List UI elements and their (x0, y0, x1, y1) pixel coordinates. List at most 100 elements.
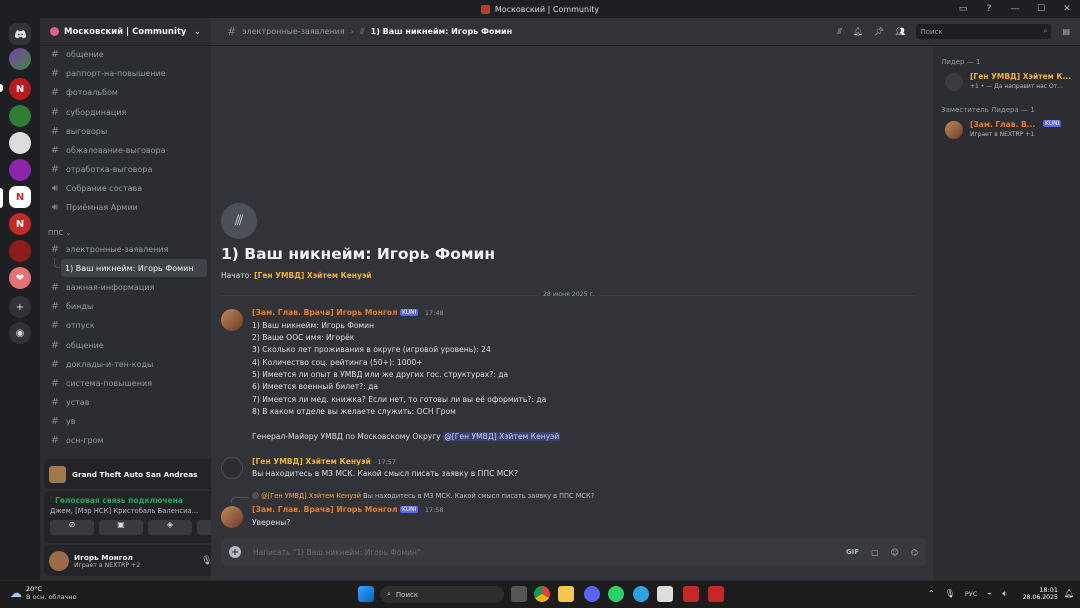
explore-icon[interactable]: ◉ (9, 322, 31, 344)
telegram-icon[interactable] (633, 586, 649, 602)
add-server-icon[interactable]: + (9, 296, 31, 318)
server-icon-9[interactable]: ❤ (9, 267, 31, 289)
user-status: Играет в NEXTRP +2 (74, 561, 141, 569)
home-discord-icon[interactable] (9, 23, 31, 45)
channel-item[interactable]: # раппорт-на-повышение (46, 64, 207, 82)
network-icon[interactable]: ⌁ (987, 589, 992, 599)
avatar[interactable] (221, 457, 243, 479)
notification-bell-icon[interactable]: 🔔︎ (853, 27, 863, 36)
app-window-icon[interactable] (657, 586, 673, 602)
windows-start-icon[interactable] (358, 586, 374, 602)
avatar[interactable] (221, 309, 243, 331)
app-icon-n2[interactable] (708, 586, 724, 602)
threads-icon[interactable]: ⫻ (837, 27, 842, 37)
reply-preview[interactable]: @[Ген УМВД] Хэйтем Кенуэй Вы находитесь … (252, 492, 594, 500)
voice-status[interactable]: Голосовая связь подключена (55, 496, 183, 505)
minimize-button[interactable]: — (1002, 4, 1028, 14)
guild-header[interactable]: Московский | Community ⌄ (40, 18, 211, 46)
weather-widget[interactable]: ☁ 20°C В осн. облачно (10, 585, 77, 601)
mic-tray-icon[interactable]: 🎙︎ (945, 589, 955, 599)
channel-item[interactable]: # отработка-выговора (46, 160, 207, 178)
user-mention[interactable]: @[Ген УМВД] Хэйтем Кенуэй (443, 432, 561, 441)
server-icon-7[interactable]: N (9, 213, 31, 235)
close-button[interactable]: ✕ (1054, 4, 1080, 14)
channel-item[interactable]: # обжалование-выговора (46, 141, 207, 159)
channel-item[interactable]: # фотоальбом (46, 83, 207, 101)
avatar[interactable] (221, 506, 243, 528)
breadcrumb-parent[interactable]: электронные-заявления (242, 27, 344, 36)
message-composer[interactable]: + Написать "1) Ваш никнейм: Игорь Фомин"… (221, 538, 926, 566)
channel-item[interactable]: # выговоры (46, 122, 207, 140)
discord-taskbar-icon[interactable] (584, 586, 600, 602)
breadcrumb-thread: 1) Ваш никнейм: Игорь Фомин (370, 27, 513, 36)
channel-item[interactable]: # важная-информация (46, 278, 207, 296)
message-header: [Зам. Глав. Врача] Игорь Монгол KUNI 17:… (252, 505, 444, 514)
channel-sidebar: Московский | Community ⌄ # общение # раппо… (40, 18, 247, 580)
activity-game: Grand Theft Auto San Andreas (72, 469, 198, 479)
message-input[interactable]: Написать "1) Ваш никнейм: Игорь Фомин" (253, 548, 834, 557)
guild-tag[interactable]: KUNI (400, 309, 419, 316)
language-indicator[interactable]: РУС (965, 590, 977, 599)
channel-item[interactable]: # устав (46, 393, 207, 411)
inbox-monitor-icon[interactable]: ▭ (950, 4, 976, 14)
channel-item[interactable]: # бинды (46, 297, 207, 315)
channel-item[interactable]: # электронные-заявления (46, 240, 207, 258)
activities-button[interactable]: ◈ (148, 520, 192, 535)
channel-item[interactable]: # общение (46, 45, 207, 63)
thread-starter[interactable]: [Ген УМВД] Хэйтем Кенуэй (254, 271, 371, 280)
message-author[interactable]: [Зам. Глав. Врача] Игорь Монгол (252, 505, 398, 514)
member-item[interactable]: [Зам. Глав. В... KUNI Играет в NEXTRP +1 (945, 119, 1075, 143)
members-icon[interactable]: 👥︎ (895, 27, 905, 36)
channel-item[interactable]: # ув (46, 412, 207, 430)
channel-item[interactable]: # осн-гром (46, 431, 207, 449)
chrome-icon[interactable] (534, 586, 550, 602)
server-icon-8[interactable] (9, 240, 31, 262)
volume-icon[interactable]: 🔉︎ (1002, 589, 1007, 599)
message-author[interactable]: [Зам. Глав. Врача] Игорь Монгол (252, 308, 398, 317)
server-icon-4[interactable] (9, 132, 31, 154)
thread-item-active[interactable]: 1) Ваш никнейм: Игорь Фомин (61, 259, 207, 277)
pin-icon[interactable]: 📌︎ (874, 27, 884, 36)
gift-gif-icon[interactable]: GIF (846, 548, 859, 556)
apps-gamepad-icon[interactable]: ⌬ (911, 548, 918, 557)
channel-item[interactable]: # доклады-и-тен-коды (46, 355, 207, 373)
channel-item[interactable]: # система-повышения (46, 374, 207, 392)
chevron-up-icon[interactable]: ⌃ (928, 589, 935, 599)
server-icon-5[interactable] (9, 159, 31, 181)
member-name: [Зам. Глав. В... (970, 120, 1036, 129)
channel-item[interactable]: # отпуск (46, 316, 207, 334)
server-icon-3[interactable] (9, 105, 31, 127)
channel-item[interactable]: # субординация (46, 103, 207, 121)
member-item[interactable]: [Ген УМВД] Хэйтем К... +1 • — Да направи… (945, 71, 1075, 95)
server-icon-2[interactable]: N (9, 78, 31, 100)
whatsapp-icon[interactable] (608, 586, 624, 602)
server-icon-1[interactable] (9, 48, 31, 70)
camera-off-button[interactable]: ⊘ (50, 520, 94, 535)
attach-plus-icon[interactable]: + (229, 546, 241, 558)
speaker-icon: 🔊︎ (51, 201, 59, 213)
help-icon[interactable]: ? (976, 4, 1002, 14)
category-pps[interactable]: ППС ⌄ (48, 229, 72, 237)
search-input[interactable]: Поиск ⌕ (916, 24, 1052, 39)
avatar[interactable] (49, 550, 69, 571)
voice-channel-item[interactable]: 🔊︎ Приёмная Армии (46, 198, 207, 216)
notifications-icon[interactable]: 🔔︎ (1064, 589, 1074, 598)
message-author[interactable]: [Ген УМВД] Хэйтем Кенуэй (252, 457, 371, 466)
task-view-icon[interactable] (511, 586, 527, 602)
taskbar-search[interactable]: ⌕ Поиск (380, 586, 504, 603)
server-icon-moscow[interactable]: N (9, 186, 31, 208)
screenshare-button[interactable]: ▣ (99, 520, 143, 535)
emoji-icon[interactable]: ☺ (891, 548, 899, 557)
reply-text: Вы находитесь в МЗ МСК. Какой смысл писа… (363, 492, 595, 500)
channel-item[interactable]: # общение (46, 336, 207, 354)
inbox-icon[interactable]: ▤ (1062, 27, 1070, 36)
user-name: Игорь Монгол (74, 552, 133, 562)
file-explorer-icon[interactable] (558, 586, 574, 602)
sticker-icon[interactable]: ▢ (871, 548, 879, 557)
app-icon-n[interactable] (683, 586, 699, 602)
reply-author[interactable]: @[Ген УМВД] Хэйтем Кенуэй (261, 492, 361, 500)
voice-channel-item[interactable]: 🔊︎ Собрание состава (46, 179, 207, 197)
maximize-button[interactable]: ☐ (1028, 4, 1054, 14)
clock[interactable]: 18:01 28.06.2025 (1022, 586, 1058, 601)
guild-tag[interactable]: KUNI (400, 506, 419, 513)
